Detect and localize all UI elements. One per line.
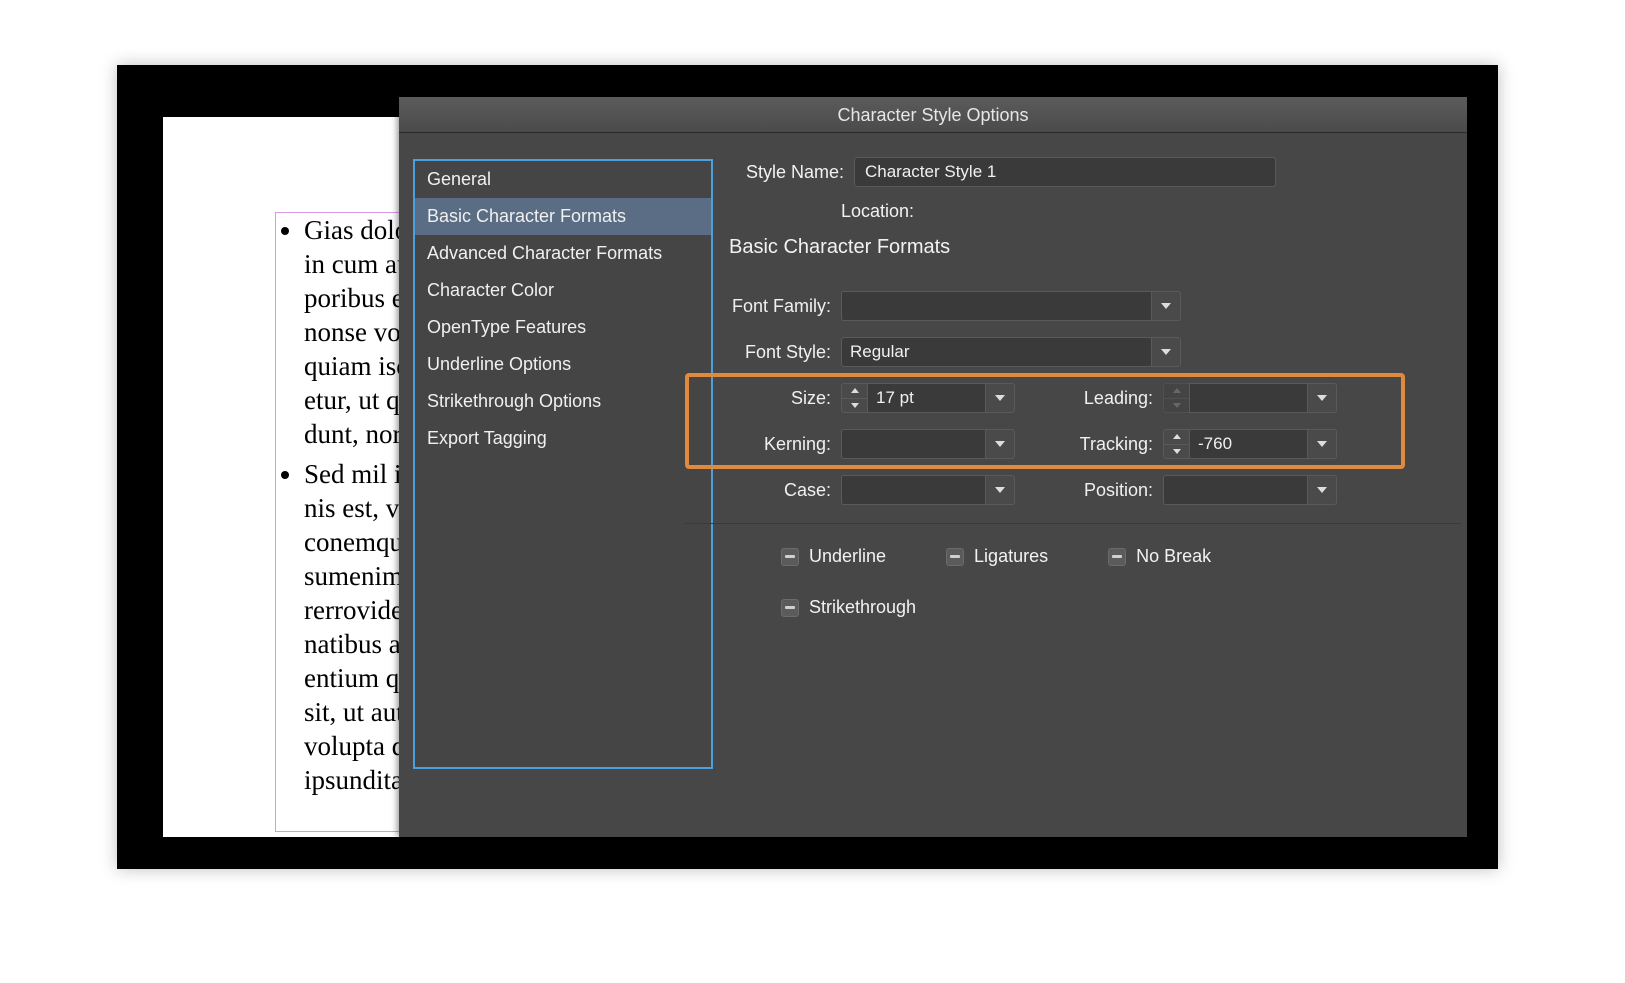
font-style-input[interactable] (841, 337, 1151, 367)
checkbox-icon (781, 548, 799, 566)
leading-label: Leading: (1043, 388, 1163, 409)
kerning-label: Kerning: (707, 434, 841, 455)
doc-line: nis est, vo (304, 493, 413, 523)
strikethrough-checkbox-label: Strikethrough (809, 597, 916, 618)
doc-line: natibus a (304, 629, 401, 659)
sidebar-item-strikethrough-options[interactable]: Strikethrough Options (415, 383, 711, 420)
font-style-label: Font Style: (707, 342, 841, 363)
leading-dropdown[interactable] (1307, 383, 1337, 413)
screenshot-frame: Gias dolo in cum au poribus e nonse vol … (117, 65, 1498, 869)
no-break-checkbox[interactable]: No Break (1108, 546, 1211, 567)
ligatures-checkbox-label: Ligatures (974, 546, 1048, 567)
chevron-down-icon (1161, 349, 1171, 355)
doc-line: sit, ut aut (304, 697, 404, 727)
sidebar-item-general[interactable]: General (415, 161, 711, 198)
kerning-dropdown[interactable] (985, 429, 1015, 459)
doc-line: volupta q (304, 731, 405, 761)
sidebar-item-opentype-features[interactable]: OpenType Features (415, 309, 711, 346)
chevron-down-icon (1317, 487, 1327, 493)
doc-line: etur, ut qu (304, 385, 413, 415)
leading-stepper[interactable] (1163, 383, 1189, 413)
dialog-title: Character Style Options (399, 97, 1467, 133)
sidebar-item-underline-options[interactable]: Underline Options (415, 346, 711, 383)
doc-line: rerrovide (304, 595, 403, 625)
chevron-down-icon (851, 403, 859, 408)
chevron-down-icon (995, 395, 1005, 401)
section-title: Basic Character Formats (729, 236, 1451, 259)
sidebar-item-basic-character-formats[interactable]: Basic Character Formats (415, 198, 711, 235)
chevron-down-icon (1317, 395, 1327, 401)
doc-line: entium q (304, 663, 399, 693)
chevron-up-icon (1173, 388, 1181, 393)
doc-line: conemqu (304, 527, 403, 557)
category-sidebar: General Basic Character Formats Advanced… (413, 159, 713, 769)
chevron-up-icon (1173, 434, 1181, 439)
size-dropdown[interactable] (985, 383, 1015, 413)
sidebar-item-character-color[interactable]: Character Color (415, 272, 711, 309)
chevron-up-icon (851, 388, 859, 393)
style-name-input[interactable] (854, 157, 1276, 187)
tracking-label: Tracking: (1043, 434, 1163, 455)
position-input[interactable] (1163, 475, 1307, 505)
kerning-input[interactable] (841, 429, 985, 459)
sidebar-item-export-tagging[interactable]: Export Tagging (415, 420, 711, 457)
chevron-down-icon (1173, 449, 1181, 454)
tracking-input[interactable] (1189, 429, 1307, 459)
doc-line: nonse vol (304, 317, 408, 347)
tracking-stepper[interactable] (1163, 429, 1189, 459)
divider (685, 523, 1461, 524)
style-name-label: Style Name: (729, 162, 854, 183)
strikethrough-checkbox[interactable]: Strikethrough (781, 597, 981, 618)
leading-input[interactable] (1189, 383, 1307, 413)
chevron-down-icon (1161, 303, 1171, 309)
font-family-label: Font Family: (707, 296, 841, 317)
location-label: Location: (729, 201, 924, 222)
chevron-down-icon (1317, 441, 1327, 447)
sidebar-item-advanced-character-formats[interactable]: Advanced Character Formats (415, 235, 711, 272)
tracking-dropdown[interactable] (1307, 429, 1337, 459)
font-family-input[interactable] (841, 291, 1151, 321)
chevron-down-icon (1173, 403, 1181, 408)
checkbox-icon (781, 599, 799, 617)
doc-line: ipsundita (304, 765, 403, 795)
size-input[interactable] (867, 383, 985, 413)
case-input[interactable] (841, 475, 985, 505)
doc-line: sumenim (304, 561, 403, 591)
underline-checkbox[interactable]: Underline (781, 546, 886, 567)
size-stepper[interactable] (841, 383, 867, 413)
doc-line: Gias dolo (304, 215, 408, 245)
doc-line: dunt, nor (304, 419, 402, 449)
doc-line: poribus e (304, 283, 404, 313)
position-dropdown[interactable] (1307, 475, 1337, 505)
no-break-checkbox-label: No Break (1136, 546, 1211, 567)
case-label: Case: (707, 480, 841, 501)
doc-line: in cum au (304, 249, 410, 279)
ligatures-checkbox[interactable]: Ligatures (946, 546, 1048, 567)
doc-line: quiam isc (304, 351, 408, 381)
checkbox-icon (946, 548, 964, 566)
character-style-options-dialog: Character Style Options General Basic Ch… (399, 97, 1467, 837)
case-dropdown[interactable] (985, 475, 1015, 505)
font-family-dropdown[interactable] (1151, 291, 1181, 321)
checkbox-icon (1108, 548, 1126, 566)
font-style-dropdown[interactable] (1151, 337, 1181, 367)
chevron-down-icon (995, 487, 1005, 493)
size-label: Size: (707, 388, 841, 409)
underline-checkbox-label: Underline (809, 546, 886, 567)
chevron-down-icon (995, 441, 1005, 447)
position-label: Position: (1043, 480, 1163, 501)
